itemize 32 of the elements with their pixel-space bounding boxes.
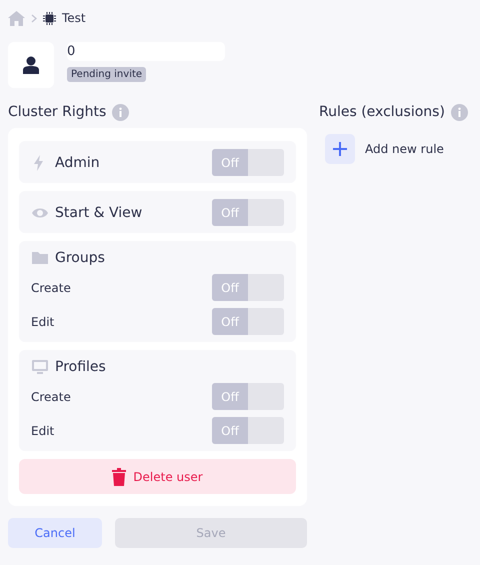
plus-icon bbox=[333, 142, 347, 156]
toggle-switch[interactable]: Off bbox=[212, 274, 284, 301]
toggle-switch[interactable]: Off bbox=[212, 199, 284, 226]
monitor-icon bbox=[31, 358, 49, 376]
permission-label: Edit bbox=[31, 424, 54, 438]
info-icon[interactable] bbox=[112, 104, 130, 120]
permission-label: Create bbox=[31, 390, 71, 404]
toggle-switch[interactable]: Off bbox=[212, 149, 284, 176]
breadcrumb-item: Test bbox=[62, 11, 86, 25]
permission-label: Create bbox=[31, 280, 71, 294]
chip-icon bbox=[43, 12, 56, 24]
person-icon bbox=[23, 56, 39, 74]
info-icon[interactable] bbox=[450, 104, 468, 120]
trash-icon bbox=[112, 468, 126, 486]
permission-label: Profiles bbox=[55, 359, 106, 375]
name-field[interactable]: 0 bbox=[67, 42, 225, 61]
permission-label: Groups bbox=[55, 250, 105, 266]
toggle-switch[interactable]: Off bbox=[212, 308, 284, 335]
add-rule-button[interactable]: Add new rule bbox=[325, 134, 444, 164]
status-badge: Pending invite bbox=[67, 67, 146, 82]
section-title: Cluster Rights bbox=[8, 104, 106, 120]
delete-button[interactable]: Delete user bbox=[19, 459, 296, 494]
section-title: Rules (exclusions) bbox=[319, 104, 445, 120]
chevron-icon bbox=[31, 14, 37, 22]
permission-label: Edit bbox=[31, 314, 54, 328]
folder-icon bbox=[31, 249, 49, 267]
toggle-switch[interactable]: Off bbox=[212, 417, 284, 444]
cancel-button[interactable]: Cancel bbox=[8, 518, 102, 548]
permission-label: Admin bbox=[55, 154, 100, 170]
permission-label: Start & View bbox=[55, 204, 142, 220]
toggle-switch[interactable]: Off bbox=[212, 383, 284, 410]
home-icon[interactable] bbox=[8, 10, 25, 26]
